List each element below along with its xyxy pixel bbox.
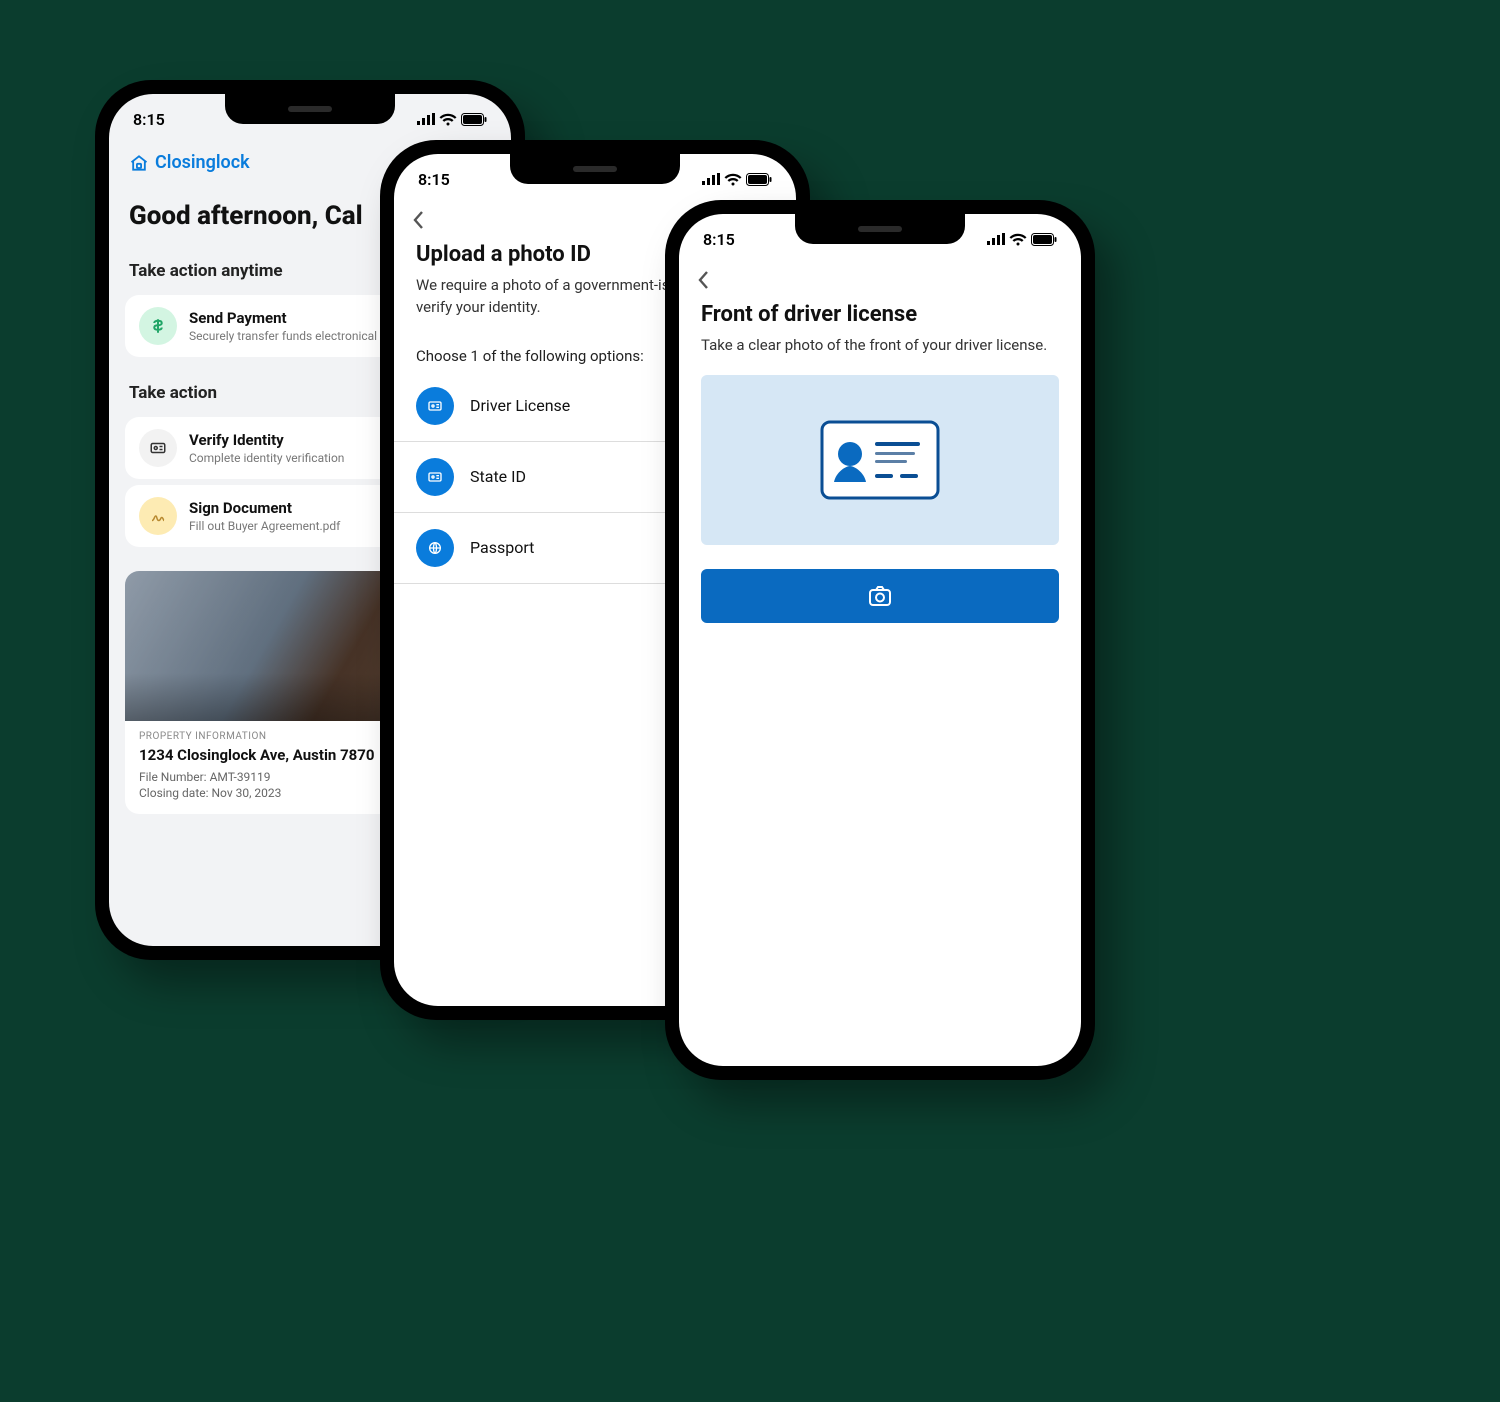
battery-icon bbox=[1031, 233, 1057, 246]
signature-icon bbox=[139, 497, 177, 535]
status-icons bbox=[987, 233, 1057, 246]
status-time: 8:15 bbox=[703, 230, 735, 249]
option-label: Passport bbox=[470, 538, 534, 557]
verify-title: Verify Identity bbox=[189, 431, 344, 449]
status-icons bbox=[702, 173, 772, 186]
cellular-icon bbox=[987, 233, 1005, 245]
screen: 8:15 Front of driver license Take a clea… bbox=[679, 214, 1081, 1066]
globe-icon bbox=[416, 529, 454, 567]
notch bbox=[510, 154, 680, 184]
back-button[interactable] bbox=[679, 264, 1081, 290]
notch bbox=[795, 214, 965, 244]
id-card-icon bbox=[139, 429, 177, 467]
house-lock-icon bbox=[129, 153, 149, 173]
phone-capture-id: 8:15 Front of driver license Take a clea… bbox=[665, 200, 1095, 1080]
option-label: Driver License bbox=[470, 396, 570, 415]
brand-name: Closinglock bbox=[155, 152, 250, 173]
chevron-left-icon bbox=[697, 270, 711, 290]
wifi-icon bbox=[1009, 233, 1027, 246]
cellular-icon bbox=[417, 113, 435, 125]
status-time: 8:15 bbox=[133, 110, 165, 129]
id-preview-area bbox=[701, 375, 1059, 545]
battery-icon bbox=[746, 173, 772, 186]
camera-icon bbox=[868, 585, 892, 607]
id-card-icon bbox=[416, 387, 454, 425]
verify-sub: Complete identity verification bbox=[189, 451, 344, 465]
option-label: State ID bbox=[470, 467, 526, 486]
dollar-icon bbox=[139, 307, 177, 345]
status-icons bbox=[417, 113, 487, 126]
wifi-icon bbox=[724, 173, 742, 186]
notch bbox=[225, 94, 395, 124]
license-illustration-icon bbox=[820, 420, 940, 500]
sign-title: Sign Document bbox=[189, 499, 340, 517]
capture-title: Front of driver license bbox=[679, 290, 1081, 335]
chevron-left-icon bbox=[412, 210, 426, 230]
battery-icon bbox=[461, 113, 487, 126]
id-card-icon bbox=[416, 458, 454, 496]
wifi-icon bbox=[439, 113, 457, 126]
sign-sub: Fill out Buyer Agreement.pdf bbox=[189, 519, 340, 533]
take-photo-button[interactable] bbox=[701, 569, 1059, 623]
cellular-icon bbox=[702, 173, 720, 185]
send-payment-sub: Securely transfer funds electronical bbox=[189, 329, 377, 343]
capture-body: Take a clear photo of the front of your … bbox=[679, 335, 1081, 357]
status-time: 8:15 bbox=[418, 170, 450, 189]
send-payment-title: Send Payment bbox=[189, 309, 377, 327]
